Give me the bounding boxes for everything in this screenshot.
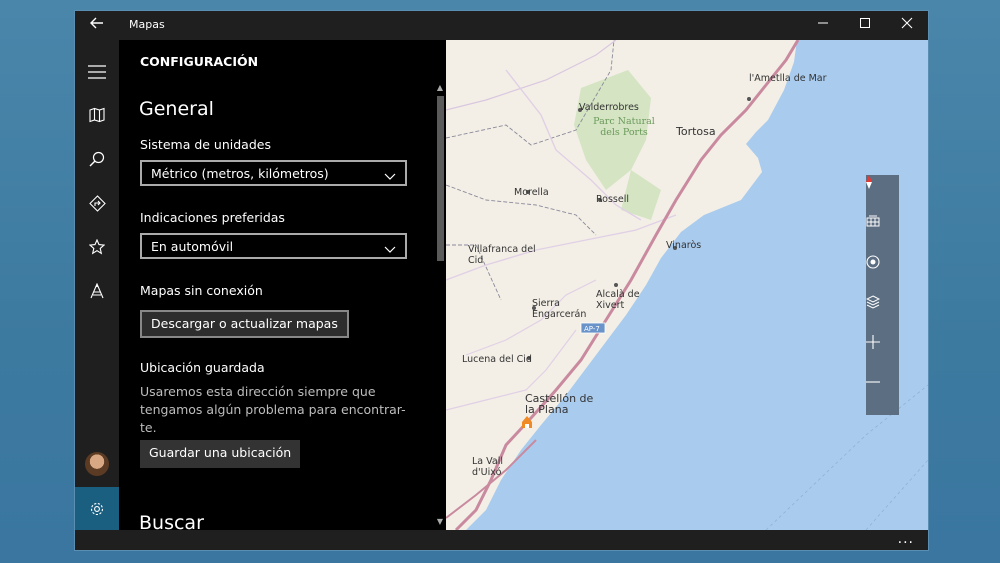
status-bar: ... — [75, 530, 928, 550]
download-maps-button[interactable]: Descargar o actualizar mapas — [140, 310, 349, 338]
saved-location-label: Ubicación guardada — [140, 360, 265, 375]
map-label-ametlla: l'Ametlla de Mar — [749, 73, 827, 84]
map-label-tortosa: Tortosa — [676, 125, 716, 138]
map-canvas[interactable]: l'Ametlla de Mar Valderrobres Parc Natur… — [446, 40, 928, 530]
gear-icon[interactable] — [75, 487, 119, 530]
scrollbar-thumb[interactable] — [437, 96, 444, 261]
directions-icon[interactable] — [75, 183, 119, 223]
3d-cities-icon[interactable] — [866, 215, 899, 255]
map-label-lucena: Lucena del Cid — [462, 354, 532, 365]
search-icon[interactable] — [75, 139, 119, 179]
user-avatar[interactable] — [85, 452, 109, 476]
map-label-vinaros: Vinaròs — [666, 240, 702, 251]
directions-select[interactable]: En automóvil — [140, 233, 407, 259]
saved-location-description: Usaremos esta dirección siempre que teng… — [140, 384, 406, 435]
maximize-icon[interactable] — [844, 11, 886, 40]
settings-scrollbar[interactable]: ▲ ▼ — [434, 83, 446, 530]
general-heading: General — [139, 98, 214, 120]
directions-select-value: En automóvil — [151, 239, 234, 254]
my-location-icon[interactable] — [866, 255, 899, 295]
scroll-up-icon[interactable]: ▲ — [435, 83, 445, 92]
settings-header: CONFIGURACIÓN — [140, 54, 259, 69]
zoom-out-icon[interactable] — [866, 375, 899, 415]
favorites-star-icon[interactable] — [75, 227, 119, 267]
map-label-morella: Morella — [514, 187, 549, 198]
search-heading: Buscar — [139, 512, 204, 530]
scroll-down-icon[interactable]: ▼ — [435, 517, 445, 526]
landmarks-icon[interactable] — [75, 271, 119, 311]
title-bar: Mapas — [75, 11, 928, 40]
map-label-rossell: Rossell — [596, 194, 630, 205]
save-location-button[interactable]: Guardar una ubicación — [140, 440, 301, 468]
settings-panel: CONFIGURACIÓN General Sistema de unidade… — [119, 40, 446, 530]
map-label-ap7: AP-7 — [584, 325, 600, 333]
app-window: Mapas CONFIGURACIÓN General Sistema de u… — [74, 10, 929, 551]
map-icon[interactable] — [75, 95, 119, 135]
more-options-button[interactable]: ... — [898, 531, 914, 547]
map-label-castellon: Castellón de la Plana — [525, 392, 594, 416]
offline-maps-label: Mapas sin conexión — [140, 283, 263, 298]
units-label: Sistema de unidades — [140, 137, 271, 152]
chevron-down-icon — [384, 169, 396, 184]
directions-label: Indicaciones preferidas — [140, 210, 285, 225]
map-label-valderrobres: Valderrobres — [579, 102, 639, 113]
chevron-down-icon — [384, 242, 396, 257]
map-label-sierra: Sierra Engarcerán — [532, 298, 587, 320]
minimize-icon[interactable] — [802, 11, 844, 40]
map-label-villafranca: Villafranca del Cid — [468, 244, 536, 266]
window-title: Mapas — [129, 18, 165, 31]
hamburger-menu-icon[interactable] — [75, 52, 119, 92]
map-label-parc: Parc Natural dels Ports — [593, 116, 655, 138]
nav-rail — [75, 40, 119, 530]
map-label-alcala: Alcalà de Xivert — [596, 289, 640, 311]
zoom-in-icon[interactable] — [866, 335, 899, 375]
compass-icon[interactable] — [866, 175, 899, 215]
units-select[interactable]: Métrico (metros, kilómetros) — [140, 160, 407, 186]
map-label-lavall: La Vall d'Uixó — [472, 456, 503, 478]
map-layers-icon[interactable] — [866, 295, 899, 335]
map-controls — [866, 175, 899, 415]
close-icon[interactable] — [886, 11, 928, 40]
back-arrow-icon[interactable] — [87, 15, 107, 35]
units-select-value: Métrico (metros, kilómetros) — [151, 166, 329, 181]
